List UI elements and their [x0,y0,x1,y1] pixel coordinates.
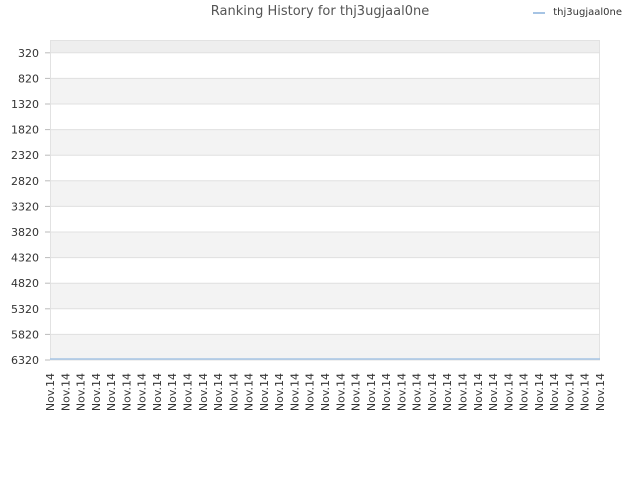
plot-band [50,334,600,360]
x-tick-label: Nov.14 [243,373,256,411]
x-tick-label: Nov.14 [426,373,439,411]
y-tick-label: 320 [18,47,39,60]
plot-band [50,232,600,258]
plot-band [50,104,600,130]
x-tick-label: Nov.14 [288,373,301,411]
x-tick-label: Nov.14 [120,373,133,411]
x-tick-label: Nov.14 [395,373,408,411]
x-tick-label: Nov.14 [380,373,393,411]
y-tick-label: 3320 [11,200,39,213]
x-tick-label: Nov.14 [258,373,271,411]
y-tick-label: 820 [18,72,39,85]
y-tick-label: 6320 [11,354,39,367]
x-tick-label: Nov.14 [411,373,424,411]
x-tick-label: Nov.14 [518,373,531,411]
plot-band [50,180,600,207]
plot-band [50,308,600,335]
x-tick-label: Nov.14 [59,373,72,411]
x-tick-label: Nov.14 [90,373,103,411]
x-tick-label: Nov.14 [304,373,317,411]
y-tick-label: 4820 [11,277,39,290]
y-tick-label: 5320 [11,303,39,316]
x-tick-label: Nov.14 [44,373,57,411]
x-tick-label: Nov.14 [502,373,515,411]
x-tick-label: Nov.14 [334,373,347,411]
plot-band [50,206,600,232]
x-tick-label: Nov.14 [457,373,470,411]
y-tick-label: 2320 [11,149,39,162]
x-tick-label: Nov.14 [548,373,561,411]
plot-band [50,129,600,156]
y-tick-label: 4320 [11,252,39,265]
x-tick-label: Nov.14 [197,373,210,411]
plot-band [50,52,600,79]
x-tick-label: Nov.14 [136,373,149,411]
plot-area: 320 820 1320 1820 2320 2820 3320 3820 4320 4820 53… [11,40,607,411]
x-tick-label: Nov.14 [365,373,378,411]
x-tick-label: Nov.14 [350,373,363,411]
x-tick-label: Nov.14 [75,373,88,411]
x-tick-label: Nov.14 [151,373,164,411]
y-tick-label: 3820 [11,226,39,239]
x-tick-label: Nov.14 [212,373,225,411]
x-tick-label: Nov.14 [472,373,485,411]
x-tick-label: Nov.14 [563,373,576,411]
plot-band [50,78,600,104]
plot-band [50,155,600,181]
plot-band [50,257,600,284]
y-tick-label: 5820 [11,328,39,341]
y-tick-label: 2820 [11,175,39,188]
x-tick-label: Nov.14 [441,373,454,411]
x-tick-label: Nov.14 [319,373,332,411]
x-tick-label: Nov.14 [105,373,118,411]
plot-band [50,283,600,309]
x-tick-label: Nov.14 [487,373,500,411]
y-tick-label: 1320 [11,98,39,111]
x-tick-label: Nov.14 [166,373,179,411]
x-tick-label: Nov.14 [533,373,546,411]
x-tick-label: Nov.14 [227,373,240,411]
x-tick-label: Nov.14 [579,373,592,411]
x-tick-label: Nov.14 [182,373,195,411]
x-tick-label: Nov.14 [273,373,286,411]
y-tick-label: 1820 [11,124,39,137]
x-tick-label: Nov.14 [594,373,607,411]
plot-band [50,40,600,53]
